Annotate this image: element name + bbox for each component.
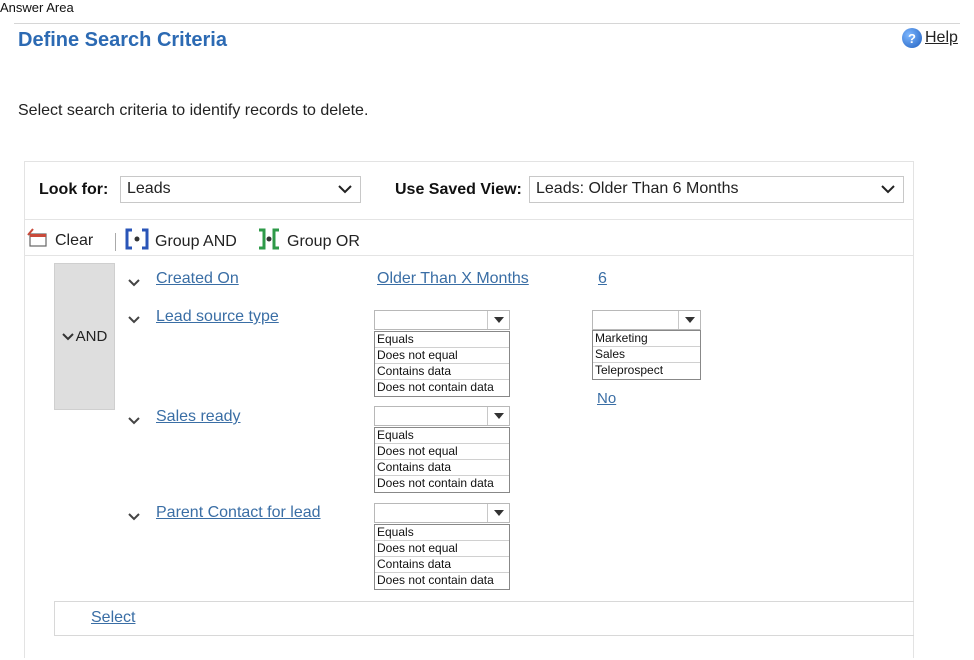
operator-dropdown[interactable] (374, 406, 510, 426)
toolbar-divider (24, 255, 914, 256)
value-months[interactable]: 6 (598, 270, 607, 288)
option-contains-data[interactable]: Contains data (375, 364, 509, 380)
group-or-icon (257, 228, 281, 255)
value-options-list: Marketing Sales Teleprospect (592, 330, 701, 380)
value-no[interactable]: No (597, 390, 616, 407)
saved-view-select[interactable]: Leads: Older Than 6 Months (529, 176, 904, 203)
group-and-icon (125, 228, 149, 255)
chevron-down-icon (61, 328, 74, 345)
field-lead-source-type[interactable]: Lead source type (156, 308, 279, 326)
option-does-not-equal[interactable]: Does not equal (375, 348, 509, 364)
help-link[interactable]: ? Help (902, 28, 958, 48)
help-label: Help (925, 29, 958, 46)
select-link[interactable]: Select (91, 609, 135, 627)
and-group-toggle[interactable]: AND (54, 263, 115, 410)
help-icon: ? (902, 28, 922, 48)
option-sales[interactable]: Sales (593, 347, 700, 363)
answer-area-label: Answer Area (0, 0, 74, 15)
option-contains-data[interactable]: Contains data (375, 460, 509, 476)
option-equals[interactable]: Equals (375, 525, 509, 541)
value-dropdown[interactable] (592, 310, 701, 330)
clear-label: Clear (55, 231, 94, 249)
option-marketing[interactable]: Marketing (593, 331, 700, 347)
option-does-not-contain-data[interactable]: Does not contain data (375, 380, 509, 396)
dropdown-arrow-icon (487, 407, 509, 425)
dropdown-arrow-icon (678, 311, 700, 329)
row-chevron-icon[interactable] (128, 413, 140, 428)
group-and-label: Group AND (155, 232, 237, 250)
saved-view-label: Use Saved View: (395, 181, 522, 198)
group-or-label: Group OR (287, 232, 360, 250)
group-or-button[interactable]: Group OR (257, 228, 360, 255)
dropdown-arrow-icon (487, 504, 509, 522)
row-chevron-icon[interactable] (128, 275, 140, 290)
instruction-text: Select search criteria to identify recor… (18, 102, 369, 119)
saved-view-value: Leads: Older Than 6 Months (536, 180, 739, 197)
group-and-button[interactable]: Group AND (125, 228, 237, 255)
row-chevron-icon[interactable] (128, 312, 140, 327)
top-divider (14, 23, 960, 24)
chevron-down-icon (338, 181, 352, 197)
option-contains-data[interactable]: Contains data (375, 557, 509, 573)
dropdown-arrow-icon (487, 311, 509, 329)
toolbar-separator (115, 233, 116, 251)
option-equals[interactable]: Equals (375, 332, 509, 348)
operator-options-list: Equals Does not equal Contains data Does… (374, 331, 510, 397)
operator-options-list: Equals Does not equal Contains data Does… (374, 524, 510, 590)
option-does-not-equal[interactable]: Does not equal (375, 541, 509, 557)
field-parent-contact-for-lead[interactable]: Parent Contact for lead (156, 504, 321, 522)
field-sales-ready[interactable]: Sales ready (156, 408, 241, 426)
option-does-not-contain-data[interactable]: Does not contain data (375, 476, 509, 492)
select-row (54, 601, 914, 636)
operator-dropdown[interactable] (374, 503, 510, 523)
option-equals[interactable]: Equals (375, 428, 509, 444)
row-chevron-icon[interactable] (128, 509, 140, 524)
clear-button[interactable]: Clear (27, 228, 93, 253)
option-does-not-contain-data[interactable]: Does not contain data (375, 573, 509, 589)
and-group-label: AND (75, 328, 108, 345)
toolbar-divider (24, 219, 914, 220)
look-for-select[interactable]: Leads (120, 176, 361, 203)
look-for-value: Leads (127, 180, 171, 197)
operator-dropdown[interactable] (374, 310, 510, 330)
field-created-on[interactable]: Created On (156, 270, 239, 288)
operator-options-list: Equals Does not equal Contains data Does… (374, 427, 510, 493)
option-does-not-equal[interactable]: Does not equal (375, 444, 509, 460)
clear-icon (27, 228, 49, 253)
chevron-down-icon (881, 181, 895, 197)
look-for-label: Look for: (39, 181, 109, 198)
option-teleprospect[interactable]: Teleprospect (593, 363, 700, 379)
page-title: Define Search Criteria (18, 29, 227, 51)
operator-older-than[interactable]: Older Than X Months (377, 270, 529, 288)
